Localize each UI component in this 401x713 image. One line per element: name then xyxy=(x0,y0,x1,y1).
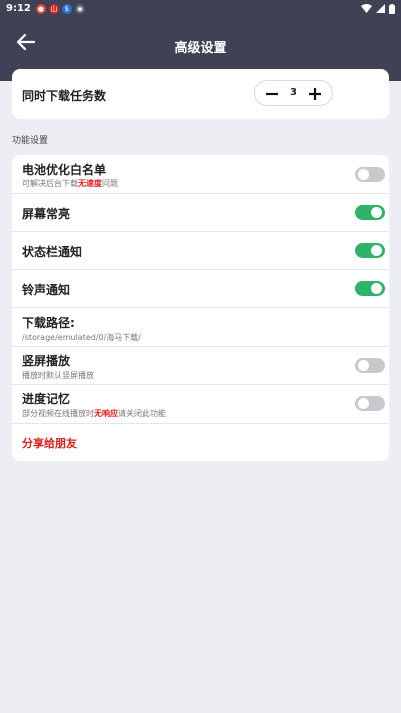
toggle-knob xyxy=(358,169,369,180)
progress-memory-description: 部分视频在线播放时无响应请关闭此功能 xyxy=(22,409,166,418)
divider xyxy=(12,231,389,232)
download-path-value: /storage/emulated/0/海马下载/ xyxy=(22,333,142,342)
divider xyxy=(12,346,389,347)
battery-whitelist-label: 电池优化白名单 xyxy=(22,163,107,177)
page-title: 高级设置 xyxy=(174,41,227,56)
status-notify-toggle[interactable] xyxy=(355,243,385,258)
ring-notify-label: 铃声通知 xyxy=(22,283,71,297)
divider xyxy=(12,423,389,424)
increment-button[interactable] xyxy=(302,81,328,107)
plus-icon xyxy=(309,88,321,100)
progress-memory-label: 进度记忆 xyxy=(22,392,71,406)
divider xyxy=(12,384,389,385)
ring-notify-toggle[interactable] xyxy=(355,281,385,296)
status-notify-label: 状态栏通知 xyxy=(22,245,83,259)
battery-icon xyxy=(389,3,395,14)
download-tasks-label: 同时下载任务数 xyxy=(22,89,107,103)
divider xyxy=(12,307,389,308)
battery-whitelist-description: 可解决后台下载无速度问题 xyxy=(22,179,118,188)
section-label: 功能设置 xyxy=(12,136,49,146)
divider xyxy=(12,269,389,270)
settings-card: 电池优化白名单 可解决后台下载无速度问题 屏幕常亮 状态栏通知 铃声通知 下载路… xyxy=(12,155,389,461)
portrait-play-description: 播放时默认竖屏播放 xyxy=(22,371,94,380)
status-time: 9:12 xyxy=(6,3,31,14)
screen-on-label: 屏幕常亮 xyxy=(22,207,71,221)
screen-on-toggle[interactable] xyxy=(355,205,385,220)
toggle-knob xyxy=(358,398,369,409)
notification-app-icon: ◉ xyxy=(74,3,85,14)
share-button[interactable]: 分享给朋友 xyxy=(22,435,77,451)
battery-whitelist-toggle[interactable] xyxy=(355,167,385,182)
download-tasks-stepper: 3 xyxy=(254,80,333,106)
notification-app-icon: $ xyxy=(61,3,72,14)
toggle-knob xyxy=(371,207,382,218)
notification-app-icon: 山 xyxy=(48,3,59,14)
portrait-play-toggle[interactable] xyxy=(355,358,385,373)
divider xyxy=(12,193,389,194)
toggle-knob xyxy=(358,360,369,371)
download-tasks-card: 同时下载任务数 3 xyxy=(12,69,389,119)
portrait-play-label: 竖屏播放 xyxy=(22,354,71,368)
progress-memory-toggle[interactable] xyxy=(355,396,385,411)
toggle-knob xyxy=(371,283,382,294)
download-path-label: 下载路径: xyxy=(22,316,75,330)
notification-app-icon: ● xyxy=(35,3,46,14)
status-bar: 9:12 ● 山 $ ◉ xyxy=(0,0,401,17)
toggle-knob xyxy=(371,245,382,256)
signal-icon xyxy=(376,4,385,13)
wifi-icon xyxy=(361,4,372,13)
